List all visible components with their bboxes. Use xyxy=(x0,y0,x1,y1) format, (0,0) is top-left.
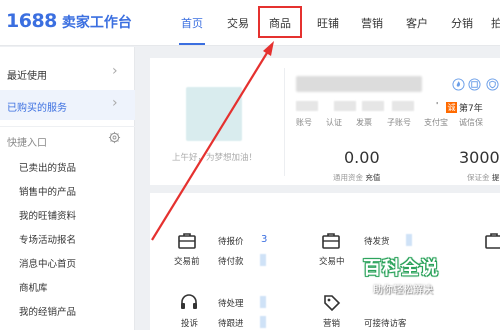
label-subaccount[interactable]: 子账号 xyxy=(387,117,411,128)
nav-customers[interactable]: 客户 xyxy=(406,15,428,31)
divider xyxy=(284,68,285,176)
avatar[interactable] xyxy=(186,87,242,141)
funds-label: 通用资金 充值 xyxy=(333,172,380,183)
sidebar-item-recent[interactable]: 最近使用 › xyxy=(0,58,135,88)
service-in-trade[interactable]: 交易中 xyxy=(319,255,345,267)
quick-item-selling[interactable]: 销售中的产品 xyxy=(19,184,76,198)
quick-item-messages[interactable]: 消息中心首页 xyxy=(19,256,76,270)
deposit-label-text: 保证金 xyxy=(467,173,490,182)
sidebar: 最近使用 › 已购买的服务 › 快捷入口 已卖出的货品 销售中的产品 我的旺铺资… xyxy=(0,47,135,330)
headset-icon[interactable] xyxy=(179,293,199,313)
nav-trade[interactable]: 交易 xyxy=(227,15,249,31)
cheng-badge: 诚 xyxy=(446,102,457,113)
stat-to-quote-value[interactable]: 3 xyxy=(261,234,267,245)
recharge-link[interactable]: 充值 xyxy=(365,173,380,182)
quick-item-shop-info[interactable]: 我的旺铺资料 xyxy=(19,208,76,222)
stat-to-quote[interactable]: 待报价 xyxy=(218,235,244,247)
stat-to-pay-value xyxy=(260,254,266,266)
service-pre-trade[interactable]: 交易前 xyxy=(174,255,200,267)
greeting: 上午好，为梦想加油！ xyxy=(172,153,258,163)
highlight-box xyxy=(258,6,302,38)
sidebar-item-purchased[interactable]: 已购买的服务 › xyxy=(0,90,135,120)
service-marketing[interactable]: 营销 xyxy=(323,317,340,329)
logo-text: 卖家工作台 xyxy=(61,15,132,31)
label-account[interactable]: 账号 xyxy=(296,117,312,128)
briefcase-icon[interactable] xyxy=(177,231,197,251)
invoice-value xyxy=(362,101,384,111)
separator-dot: ' xyxy=(436,101,439,110)
shield-icon[interactable] xyxy=(486,78,499,91)
service-complaints[interactable]: 投诉 xyxy=(181,317,198,329)
briefcase-icon[interactable] xyxy=(484,231,500,251)
account-value xyxy=(296,101,318,111)
logo[interactable]: 1688 卖家工作台 xyxy=(6,10,132,34)
briefcase-icon[interactable] xyxy=(321,231,341,251)
stat-to-follow-value xyxy=(260,316,266,328)
top-bar: 1688 卖家工作台 首页 交易 商品 旺铺 营销 客户 分销 拍 xyxy=(0,0,500,46)
flame-icon[interactable] xyxy=(452,78,465,91)
nav-marketing[interactable]: 营销 xyxy=(361,15,383,31)
tag-icon[interactable] xyxy=(322,293,342,313)
services-card: 交易前 待报价 3 待付款 交易中 待发货 投诉 待处理 待跟进 营销 可接待访… xyxy=(150,193,500,330)
chevron-right-icon: › xyxy=(112,95,118,111)
stat-to-pay[interactable]: 待付款 xyxy=(218,255,244,267)
label-credit-guarantee[interactable]: 诚信保 xyxy=(459,117,483,128)
divider xyxy=(0,126,135,127)
label-invoice[interactable]: 发票 xyxy=(356,117,372,128)
account-card: 上午好，为梦想加油！ ' 诚 第7年 账号 认证 发票 子账号 支付宝 诚信保 … xyxy=(150,58,500,185)
nav-home[interactable]: 首页 xyxy=(181,15,203,31)
funds-label-text: 通用资金 xyxy=(333,173,363,182)
stat-to-ship-value xyxy=(406,234,412,246)
badge-icon[interactable] xyxy=(468,78,481,91)
stat-to-handle-value xyxy=(260,296,266,308)
nav-distribution[interactable]: 分销 xyxy=(451,15,473,31)
quick-entry-title: 快捷入口 xyxy=(7,138,47,149)
nav-auction[interactable]: 拍 xyxy=(491,15,500,31)
label-alipay[interactable]: 支付宝 xyxy=(424,117,448,128)
label-cert[interactable]: 认证 xyxy=(326,117,342,128)
company-name[interactable] xyxy=(296,76,422,92)
watermark-subtitle: 助你轻松解决 xyxy=(373,285,433,296)
active-tab-indicator xyxy=(179,43,205,45)
gear-icon[interactable] xyxy=(108,131,121,144)
logo-number: 1688 xyxy=(6,10,57,32)
nav-shop[interactable]: 旺铺 xyxy=(317,15,339,31)
deposit-value: 3000 xyxy=(459,148,500,167)
quick-item-opportunities[interactable]: 商机库 xyxy=(19,280,48,294)
stat-to-ship[interactable]: 待发货 xyxy=(364,235,390,247)
withdraw-link[interactable]: 提 xyxy=(492,173,500,182)
stat-to-handle[interactable]: 待处理 xyxy=(218,297,244,309)
stat-to-follow[interactable]: 待跟进 xyxy=(218,317,244,329)
deposit-label: 保证金 提 xyxy=(467,172,499,183)
membership-years: 第7年 xyxy=(459,104,483,114)
sidebar-item-label: 最近使用 xyxy=(7,71,47,82)
funds-value: 0.00 xyxy=(344,148,380,167)
cert-value xyxy=(334,101,356,111)
quick-item-dealer-products[interactable]: 我的经销产品 xyxy=(19,304,76,318)
quick-item-sold[interactable]: 已卖出的货品 xyxy=(19,160,76,174)
sidebar-item-label: 已购买的服务 xyxy=(7,103,67,114)
watermark-title: 百科全说 xyxy=(363,258,439,279)
subaccount-value xyxy=(392,101,414,111)
stat-visitors[interactable]: 可接待访客 xyxy=(364,317,407,329)
chevron-right-icon: › xyxy=(112,63,118,79)
quick-item-events[interactable]: 专场活动报名 xyxy=(19,232,76,246)
